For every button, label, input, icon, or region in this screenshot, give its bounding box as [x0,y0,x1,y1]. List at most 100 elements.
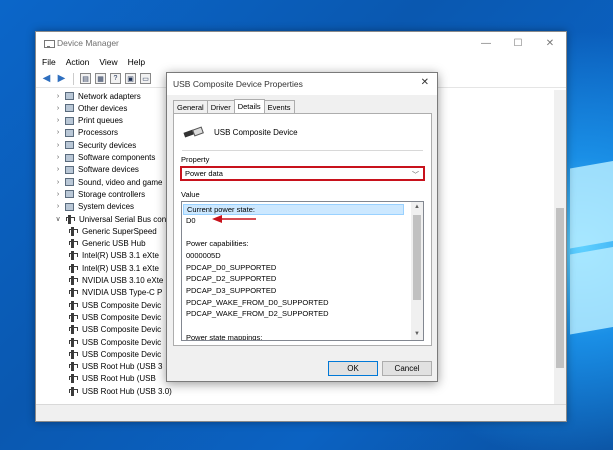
tree-item-label: USB Composite Devic [82,300,162,310]
chevron-right-icon[interactable]: › [54,203,62,210]
value-item[interactable]: D0 [186,216,196,225]
value-item[interactable]: Power capabilities: [186,239,249,248]
usb-icon [68,226,78,236]
device-manager-icon [44,39,55,48]
tree-item[interactable]: › Other devices [54,102,128,114]
device-category-icon [65,92,74,100]
tree-item[interactable]: › Storage controllers [54,188,145,200]
chevron-right-icon[interactable]: › [54,166,62,173]
menu-action[interactable]: Action [66,57,90,67]
device-category-icon [65,128,74,137]
value-item[interactable]: PDCAP_WAKE_FROM_D0_SUPPORTED [186,298,329,307]
chevron-right-icon[interactable]: › [54,117,62,124]
ok-button[interactable]: OK [328,361,378,376]
tree-item-label: Software components [78,153,156,162]
close-icon[interactable]: ✕ [534,32,566,54]
tree-item[interactable]: USB Composite Devic [68,336,161,348]
device-view-icon[interactable]: ▤ [80,73,91,84]
tree-item-label: USB Root Hub (USB [82,374,156,384]
menu-help[interactable]: Help [128,57,145,67]
chevron-right-icon[interactable]: › [54,129,62,136]
tree-item[interactable]: › Software components [54,152,156,164]
minimize-icon[interactable]: — [470,32,502,54]
value-label: Value [181,190,200,199]
tree-item[interactable]: › Sound, video and game [54,176,163,188]
chevron-down-icon[interactable]: ∨ [54,215,62,223]
properties-icon[interactable]: ▦ [95,73,106,84]
value-item[interactable]: Power state mappings: [186,333,262,340]
forward-arrow-icon[interactable]: ▶ [56,73,67,84]
dialog-tabs: General Driver Details Events [173,99,295,113]
cancel-button[interactable]: Cancel [382,361,432,376]
listbox-scroll-thumb[interactable] [413,215,421,300]
usb-icon [68,300,78,310]
help-icon[interactable]: ? [110,73,121,84]
tree-item[interactable]: ∨ Universal Serial Bus cont [54,213,168,225]
tree-item[interactable]: › Network adapters [54,90,141,102]
value-item[interactable]: PDCAP_WAKE_FROM_D2_SUPPORTED [186,309,329,318]
monitor-icon[interactable]: ▭ [140,73,151,84]
tree-item[interactable]: › Software devices [54,164,139,176]
tree-item[interactable]: USB Composite Devic [68,348,161,360]
chevron-right-icon[interactable]: › [54,142,62,149]
value-listbox[interactable]: S0 -> D0Power state mappings:PDCAP_WAKE_… [181,201,424,341]
chevron-right-icon[interactable]: › [54,154,62,161]
value-item[interactable]: PDCAP_D3_SUPPORTED [186,286,276,295]
dialog-close-icon[interactable]: ✕ [421,77,429,88]
tree-item[interactable]: Intel(R) USB 3.1 eXte [68,250,159,262]
tree-item[interactable]: USB Root Hub (USB 3.0) [68,385,172,397]
tree-item[interactable]: USB Root Hub (USB 3 [68,361,162,373]
usb-plug-icon [184,126,202,138]
resources-icon[interactable]: ▣ [125,73,136,84]
device-manager-titlebar[interactable]: Device Manager — ☐ ✕ [36,32,566,54]
chevron-right-icon[interactable]: › [54,191,62,198]
value-item[interactable]: 0000005D [186,251,221,260]
value-item[interactable]: PDCAP_D0_SUPPORTED [186,263,276,272]
scroll-down-icon[interactable]: ▼ [411,329,423,340]
divider [182,150,423,151]
value-item[interactable]: PDCAP_D2_SUPPORTED [186,274,276,283]
tree-item[interactable]: USB Composite Devic [68,299,161,311]
menu-bar: File Action View Help [36,54,566,70]
dialog-titlebar[interactable]: USB Composite Device Properties ✕ [167,73,437,95]
tree-item[interactable]: › Print queues [54,115,123,127]
tree-item[interactable]: Generic SuperSpeed [68,225,157,237]
listbox-scrollbar[interactable]: ▲ ▼ [411,202,423,340]
tab-general[interactable]: General [173,100,208,113]
scrollbar-thumb[interactable] [556,208,564,368]
chevron-right-icon[interactable]: › [54,93,62,100]
tree-item[interactable]: Generic USB Hub [68,238,146,250]
tree-item[interactable]: NVIDIA USB Type-C P [68,287,162,299]
tree-item-label: USB Root Hub (USB 3 [82,362,163,372]
tree-item[interactable]: Intel(R) USB 3.1 eXte [68,262,159,274]
chevron-right-icon[interactable]: › [54,179,62,186]
selected-value-item[interactable]: Current power state: [183,204,404,215]
usb-icon [68,374,78,384]
property-dropdown[interactable]: Power data ﹀ [180,166,425,181]
menu-file[interactable]: File [42,57,56,67]
usb-icon [68,362,78,372]
tree-item-label: Storage controllers [78,189,146,199]
chevron-right-icon[interactable]: › [54,105,62,112]
tree-item[interactable]: › System devices [54,201,134,213]
tree-item[interactable]: USB Root Hub (USB [68,373,156,385]
tree-item[interactable]: › Security devices [54,139,136,151]
chevron-down-icon[interactable]: ﹀ [412,170,419,180]
device-category-icon [65,165,74,174]
usb-icon [68,312,78,322]
tab-events[interactable]: Events [263,100,295,113]
tab-details[interactable]: Details [233,99,265,113]
tree-item-label: Network adapters [78,91,141,101]
device-tree-scrollbar[interactable] [554,90,566,406]
tree-item[interactable]: USB Composite Devic [68,324,161,336]
tree-item[interactable]: › Processors [54,127,118,139]
tree-item[interactable]: NVIDIA USB 3.10 eXte [68,275,163,287]
back-arrow-icon[interactable]: ◀ [41,73,52,84]
tab-driver[interactable]: Driver [206,100,235,113]
tree-item-label: Sound, video and game [78,177,163,187]
tree-item-label: USB Root Hub (USB 3.0) [82,386,172,396]
scroll-up-icon[interactable]: ▲ [411,202,423,213]
tree-item[interactable]: USB Composite Devic [68,311,161,323]
menu-view[interactable]: View [99,57,117,67]
maximize-icon[interactable]: ☐ [502,32,534,54]
